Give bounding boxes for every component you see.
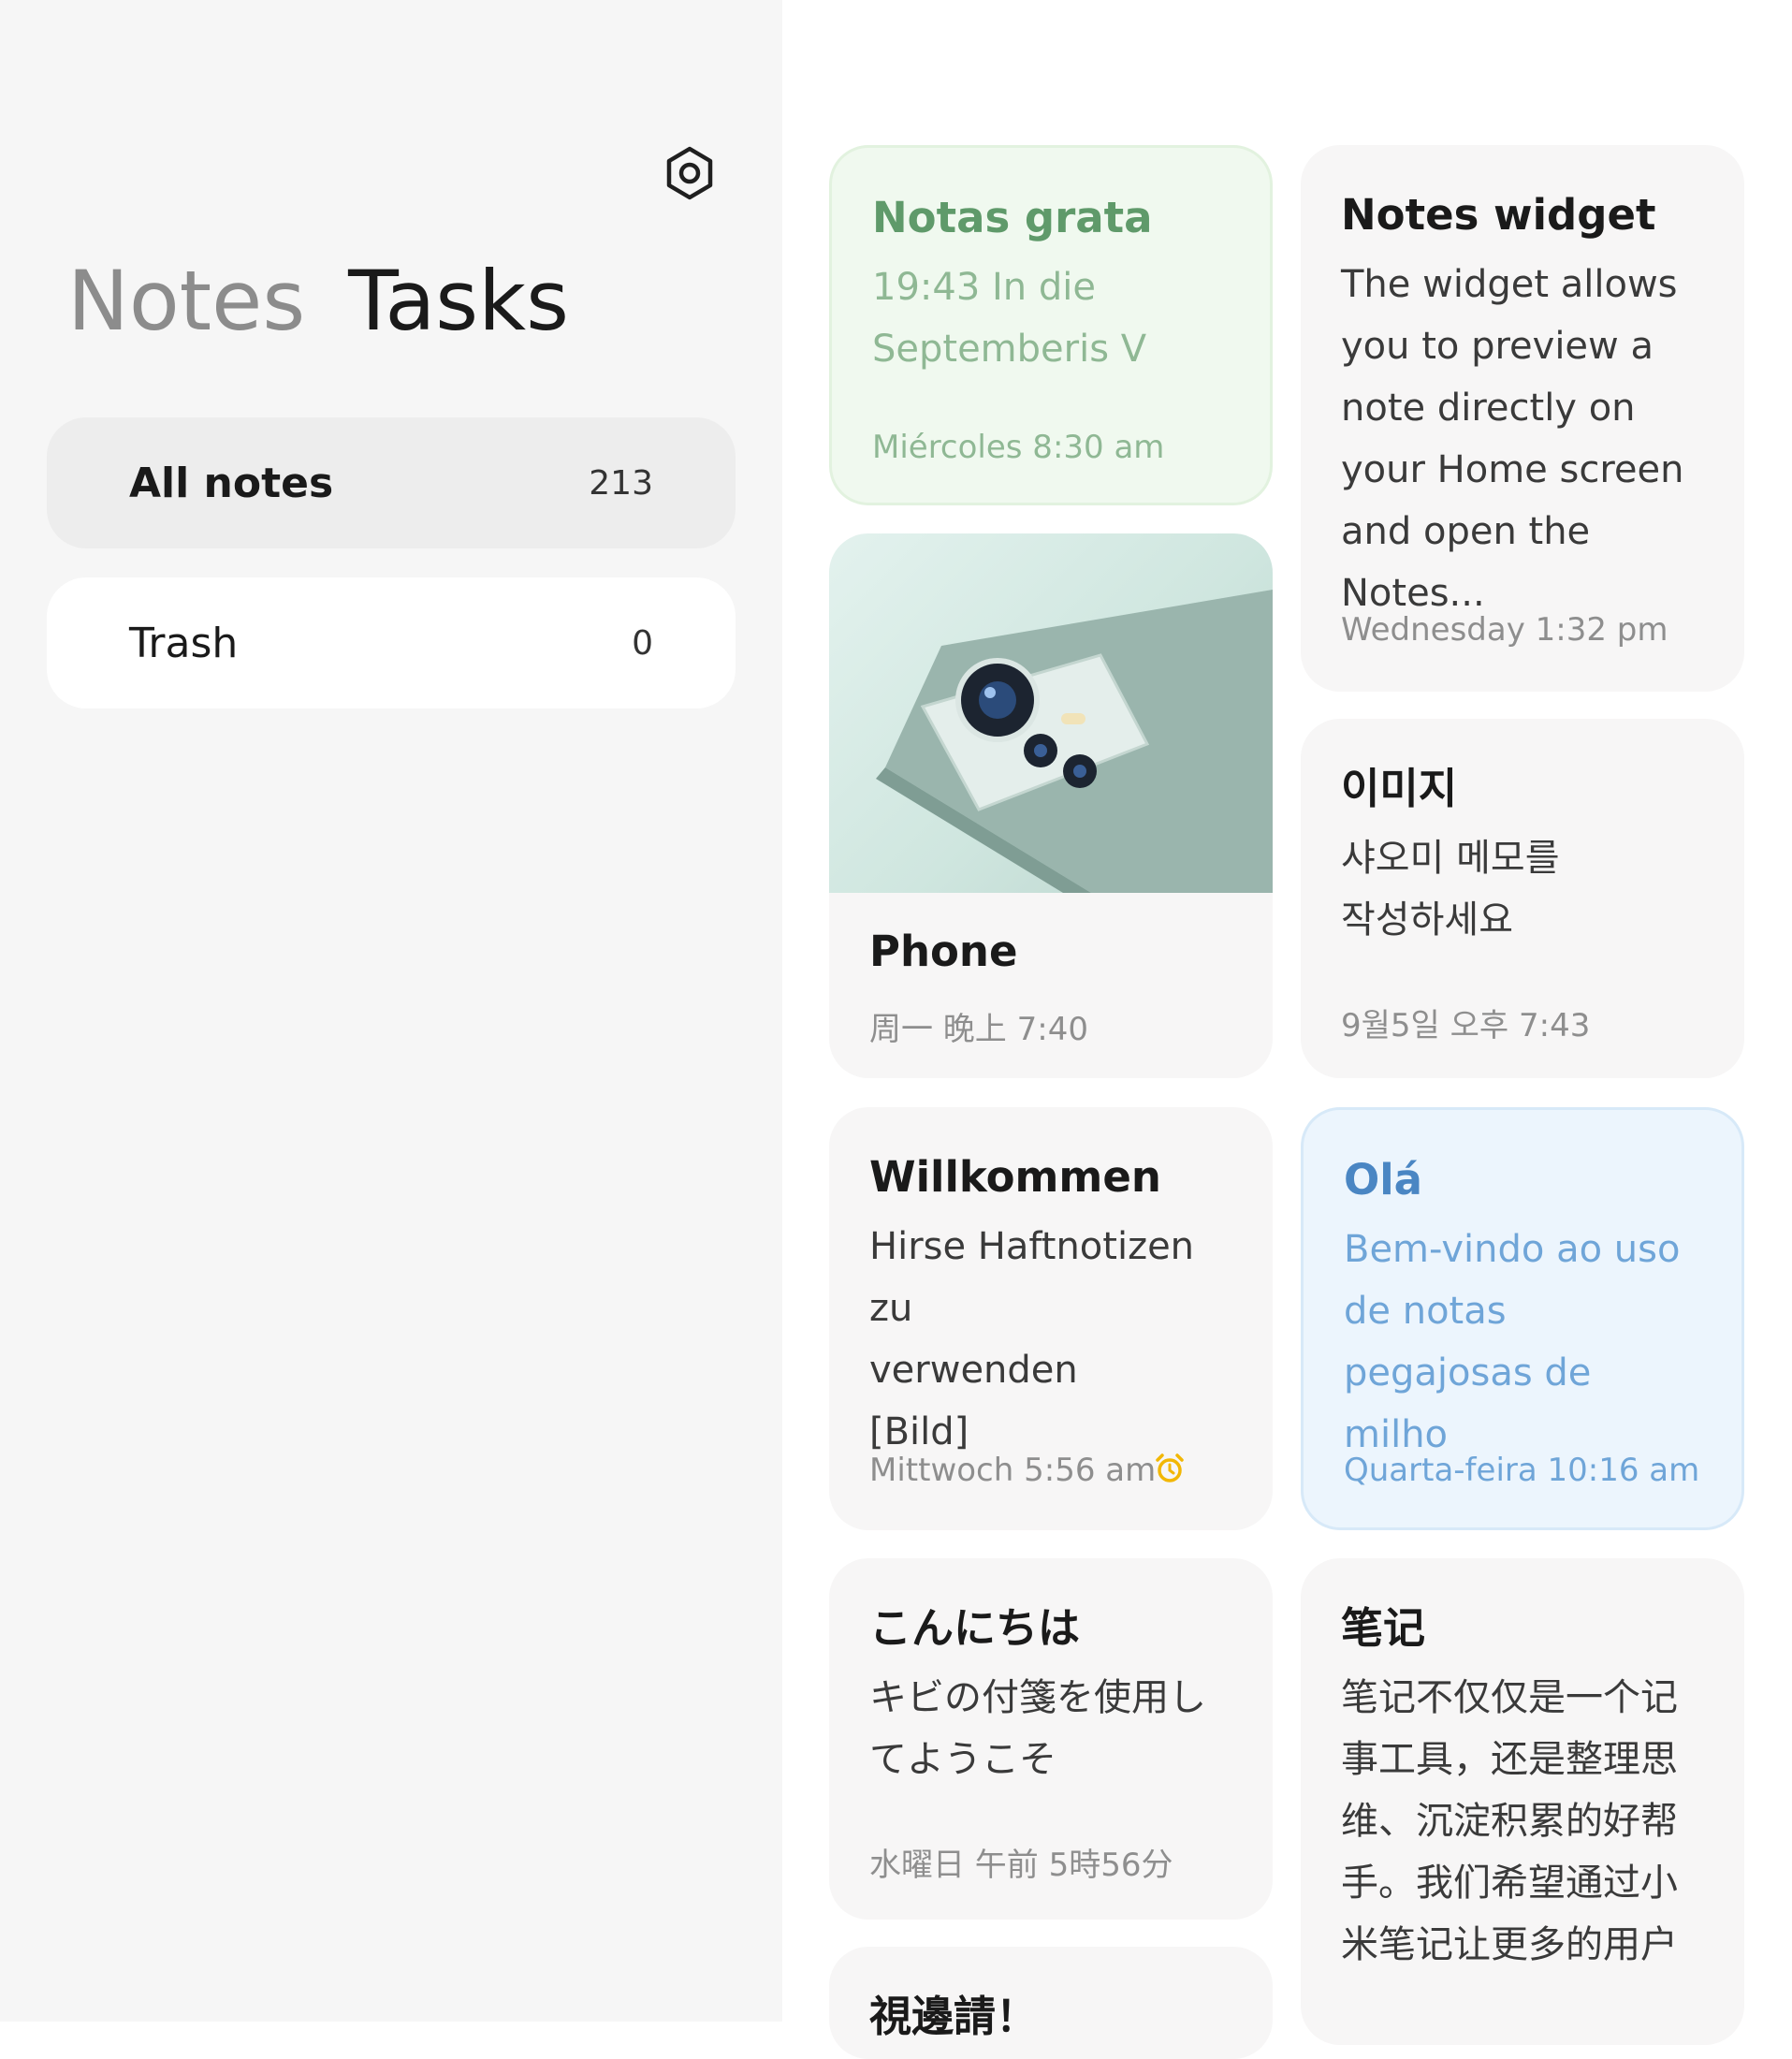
- note-card[interactable]: Phone 周一 晚上 7:40: [829, 533, 1273, 1078]
- note-date: Wednesday 1:32 pm: [1341, 611, 1668, 649]
- note-body-line: verwenden: [869, 1349, 1078, 1392]
- note-title: Willkommen: [869, 1152, 1161, 1202]
- note-date: 水曜日 午前 5時56分: [869, 1847, 1173, 1884]
- phone-camera-icon: [876, 590, 1273, 893]
- note-date: Quarta-feira 10:16 am: [1344, 1452, 1700, 1489]
- note-body: Bem-vindo ao uso de notas pegajosas de m…: [1344, 1228, 1681, 1456]
- note-card[interactable]: 이미지 샤오미 메모를 작성하세요 9월5일 오후 7:43: [1301, 719, 1744, 1078]
- alarm-icon: [1156, 1453, 1184, 1482]
- note-card[interactable]: Willkommen Hirse Haftnotizen zu verwende…: [829, 1107, 1273, 1530]
- note-title: Phone: [869, 927, 1018, 976]
- folder-all-notes[interactable]: All notes 213: [47, 417, 736, 548]
- note-image: [829, 533, 1273, 893]
- note-card[interactable]: Notas grata 19:43 In die Septemberis V M…: [829, 145, 1273, 505]
- note-title: 이미지: [1341, 764, 1458, 813]
- note-body: キビの付箋を使用してようこそ: [869, 1676, 1206, 1781]
- folder-label: Trash: [129, 619, 239, 667]
- note-title: こんにちは: [869, 1603, 1081, 1653]
- sidebar: Notes Tasks All notes 213 Trash 0: [0, 0, 782, 2022]
- note-date: Mittwoch 5:56 am: [869, 1452, 1157, 1489]
- note-card[interactable]: 視邊請！: [829, 1947, 1273, 2059]
- mode-tabs: Notes Tasks: [67, 260, 569, 343]
- tab-tasks[interactable]: Tasks: [348, 260, 569, 343]
- note-title: 笔记: [1341, 1603, 1426, 1653]
- note-card[interactable]: Olá Bem-vindo ao uso de notas pegajosas …: [1301, 1107, 1744, 1530]
- note-card[interactable]: 笔记 笔记不仅仅是一个记事工具，还是整理思维、沉淀积累的好帮手。我们希望通过小米…: [1301, 1558, 1744, 2045]
- note-title: Notas grata: [872, 193, 1153, 242]
- note-title: Notes widget: [1341, 190, 1656, 240]
- note-body: 笔记不仅仅是一个记事工具，还是整理思维、沉淀积累的好帮手。我们希望通过小米笔记让…: [1341, 1676, 1678, 1966]
- settings-hexagon-icon: [666, 146, 713, 200]
- folder-count: 0: [632, 623, 653, 663]
- folder-count: 213: [589, 463, 653, 503]
- note-body: Hirse Haftnotizen zu verwenden [Bild]: [869, 1216, 1233, 1463]
- note-date: 周一 晚上 7:40: [869, 1011, 1088, 1048]
- note-date: Miércoles 8:30 am: [872, 429, 1165, 466]
- note-body-line: Hirse Haftnotizen zu: [869, 1225, 1195, 1330]
- note-card[interactable]: こんにちは キビの付箋を使用してようこそ 水曜日 午前 5時56分: [829, 1558, 1273, 1920]
- note-date: 9월5일 오후 7:43: [1341, 1007, 1591, 1044]
- note-body: 샤오미 메모를 작성하세요: [1341, 837, 1560, 942]
- folder-trash[interactable]: Trash 0: [47, 577, 736, 708]
- note-title: 視邊請！: [869, 1992, 1039, 2041]
- folder-label: All notes: [129, 459, 334, 507]
- note-body: 19:43 In die Septemberis V: [872, 266, 1147, 371]
- note-title: Olá: [1344, 1155, 1423, 1205]
- tab-notes[interactable]: Notes: [67, 260, 305, 343]
- note-card[interactable]: Notes widget The widget allows you to pr…: [1301, 145, 1744, 692]
- note-body: The widget allows you to preview a note …: [1341, 263, 1684, 615]
- settings-button[interactable]: [657, 140, 722, 206]
